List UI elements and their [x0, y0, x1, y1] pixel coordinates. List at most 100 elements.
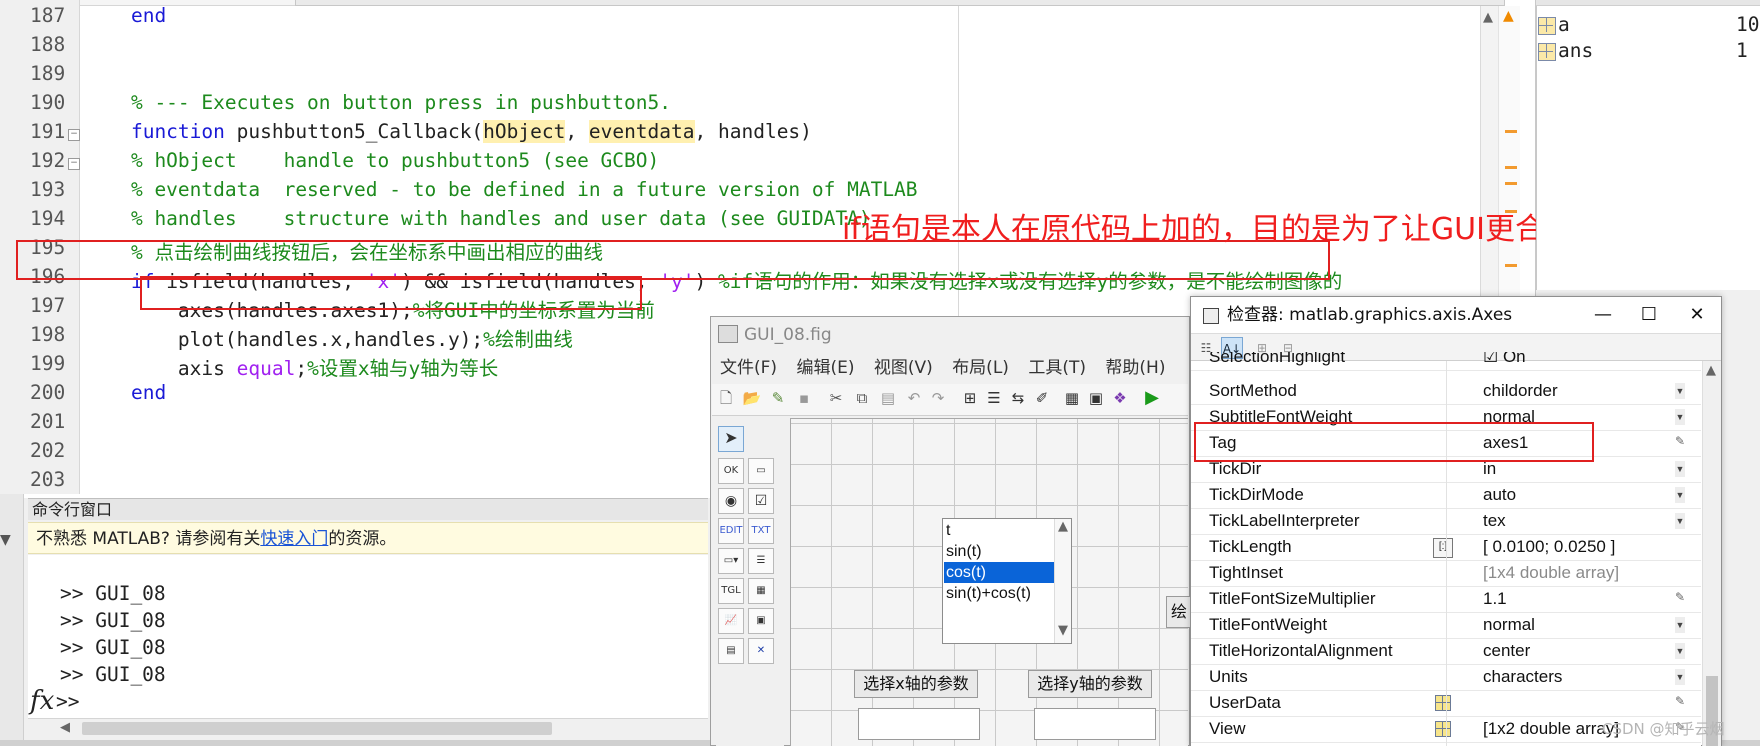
new-file-icon[interactable]: 🗋: [716, 388, 736, 408]
command-prompt[interactable]: >>: [56, 690, 79, 713]
property-value[interactable]: [1x4 double array]: [1483, 560, 1619, 586]
pushbutton-tool-icon[interactable]: OK: [718, 458, 744, 484]
dropdown-arrow-icon[interactable]: ▼: [1675, 409, 1685, 425]
pencil-icon[interactable]: ✎: [1675, 434, 1685, 448]
menu-view[interactable]: 视图(V): [874, 358, 933, 378]
popup-menu-tool-icon[interactable]: ▭▾: [718, 548, 744, 574]
activex-tool-icon[interactable]: ✕: [748, 638, 774, 664]
slider-tool-icon[interactable]: ▭: [748, 458, 774, 484]
edit-icon[interactable]: ✎: [768, 388, 788, 408]
property-value[interactable]: [1x2 double array]: [1483, 716, 1619, 742]
select-x-button[interactable]: 选择x轴的参数: [854, 670, 978, 698]
listbox-tool-icon[interactable]: ☰: [748, 548, 774, 574]
workspace-row[interactable]: a 10: [1536, 12, 1760, 38]
fold-toggle-icon[interactable]: −: [68, 158, 80, 170]
checkbox-tool-icon[interactable]: ☑: [748, 488, 774, 514]
pencil-icon[interactable]: ✎: [1675, 694, 1685, 708]
listbox-item[interactable]: t: [944, 520, 1054, 541]
cut-icon[interactable]: ✂: [826, 388, 846, 408]
open-folder-icon[interactable]: 📂: [742, 388, 762, 408]
dropdown-arrow-icon[interactable]: ▼: [1675, 461, 1685, 477]
select-y-button[interactable]: 选择y轴的参数: [1028, 670, 1152, 698]
array-editor-icon[interactable]: [:]: [1433, 538, 1453, 558]
function-browser-icon[interactable]: fx: [30, 686, 54, 716]
redo-icon[interactable]: ↷: [928, 388, 948, 408]
mfile-editor-icon[interactable]: ▦: [1062, 388, 1082, 408]
property-value[interactable]: tex: [1483, 508, 1506, 534]
copy-icon[interactable]: ⧉: [852, 388, 872, 408]
menu-editor-icon[interactable]: ☰: [984, 388, 1004, 408]
table-tool-icon[interactable]: ▦: [748, 578, 774, 604]
scroll-up-arrow-icon[interactable]: ▲: [1058, 519, 1068, 534]
axes-tool-icon[interactable]: 📈: [718, 608, 744, 634]
save-icon[interactable]: ▪: [794, 388, 814, 408]
tab-order-icon[interactable]: ⇆: [1008, 388, 1028, 408]
property-value[interactable]: ☑ On: [1483, 352, 1526, 370]
collapse-arrow-icon[interactable]: ▼: [0, 532, 11, 548]
panel-tool-icon[interactable]: ▣: [748, 608, 774, 634]
object-browser-icon[interactable]: ❖: [1110, 388, 1130, 408]
warning-icon[interactable]: ▲: [1503, 8, 1514, 24]
button-group-tool-icon[interactable]: ▤: [718, 638, 744, 664]
listbox-item[interactable]: sin(t)+cos(t): [944, 583, 1054, 604]
maximize-icon[interactable]: ☐: [1627, 297, 1671, 333]
code-line[interactable]: end: [84, 4, 166, 27]
quick-start-link[interactable]: 快速入门: [260, 529, 328, 549]
code-line[interactable]: plot(handles.x,handles.y);%绘制曲线: [84, 323, 573, 352]
close-icon[interactable]: ✕: [1675, 297, 1719, 333]
code-line[interactable]: % --- Executes on button press in pushbu…: [84, 91, 671, 114]
code-line[interactable]: end: [84, 381, 166, 404]
code-line[interactable]: function pushbutton5_Callback(hObject, e…: [84, 120, 812, 143]
guide-title-bar[interactable]: GUI_08.fig: [712, 318, 832, 352]
y-edit-box[interactable]: [1034, 708, 1156, 740]
scroll-down-arrow-icon[interactable]: ▼: [1058, 623, 1068, 638]
code-line[interactable]: % handles structure with handles and use…: [84, 207, 871, 230]
dropdown-arrow-icon[interactable]: ▼: [1675, 513, 1685, 529]
edit-text-tool-icon[interactable]: EDIT: [718, 518, 744, 544]
scroll-thumb[interactable]: [82, 722, 552, 735]
listbox-scrollbar[interactable]: ▲ ▼: [1054, 519, 1071, 643]
warning-marker[interactable]: [1505, 166, 1517, 169]
inspector-title-bar[interactable]: 检查器: matlab.graphics.axis.Axes — ☐ ✕: [1191, 297, 1721, 333]
align-icon[interactable]: ⊞: [960, 388, 980, 408]
matrix-icon[interactable]: [1435, 721, 1451, 737]
workspace-row[interactable]: ans 1: [1536, 38, 1760, 64]
property-value[interactable]: auto: [1483, 482, 1516, 508]
select-tool-icon[interactable]: ➤: [718, 426, 744, 452]
static-text-tool-icon[interactable]: TXT: [748, 518, 774, 544]
dropdown-arrow-icon[interactable]: ▼: [1675, 669, 1685, 685]
toggle-button-tool-icon[interactable]: TGL: [718, 578, 744, 604]
dropdown-arrow-icon[interactable]: ▼: [1675, 617, 1685, 633]
dropdown-arrow-icon[interactable]: ▼: [1675, 487, 1685, 503]
property-value[interactable]: childorder: [1483, 378, 1558, 404]
warning-marker[interactable]: [1505, 130, 1517, 133]
menu-edit[interactable]: 编辑(E): [796, 358, 854, 378]
code-line[interactable]: % eventdata reserved - to be defined in …: [84, 178, 918, 201]
warning-marker[interactable]: [1505, 264, 1517, 267]
minimize-icon[interactable]: —: [1581, 297, 1625, 333]
property-value[interactable]: center: [1483, 638, 1530, 664]
column-divider[interactable]: [1446, 361, 1447, 746]
scroll-left-arrow-icon[interactable]: ◀: [60, 720, 70, 735]
menu-file[interactable]: 文件(F): [720, 358, 777, 378]
property-inspector-icon[interactable]: ▣: [1086, 388, 1106, 408]
fold-toggle-icon[interactable]: −: [68, 129, 80, 141]
listbox-item[interactable]: sin(t): [944, 541, 1054, 562]
property-value[interactable]: 1.1: [1483, 586, 1507, 612]
menu-tools[interactable]: 工具(T): [1028, 358, 1086, 378]
editor-tab-strip[interactable]: [295, 0, 1505, 6]
x-edit-box[interactable]: [858, 708, 980, 740]
menu-layout[interactable]: 布局(L): [952, 358, 1009, 378]
code-line[interactable]: % hObject handle to pushbutton5 (see GCB…: [84, 149, 659, 172]
paste-icon[interactable]: ▤: [878, 388, 898, 408]
code-line[interactable]: axis equal;%设置x轴与y轴为等长: [84, 352, 498, 381]
pencil-icon[interactable]: ✎: [1675, 590, 1685, 604]
property-value[interactable]: characters: [1483, 664, 1562, 690]
undo-icon[interactable]: ↶: [904, 388, 924, 408]
menu-help[interactable]: 帮助(H): [1105, 358, 1165, 378]
scroll-up-arrow-icon[interactable]: ▲: [1706, 363, 1716, 378]
listbox-item-selected[interactable]: cos(t): [944, 562, 1054, 583]
run-icon[interactable]: ▶: [1142, 388, 1162, 408]
property-value[interactable]: [ 0.0100; 0.0250 ]: [1483, 534, 1615, 560]
scroll-up-arrow-icon[interactable]: ▲: [1483, 10, 1493, 25]
